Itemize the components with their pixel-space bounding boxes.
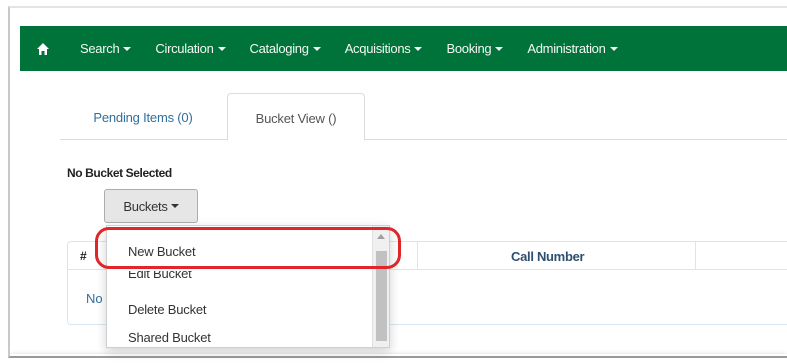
menu-item-delete-bucket[interactable]: Delete Bucket xyxy=(128,302,207,317)
menu-item-label: Delete Bucket xyxy=(128,302,207,317)
grid-empty-message: No xyxy=(86,291,103,306)
nav-circulation[interactable]: Circulation xyxy=(155,26,226,71)
top-navbar: Search Circulation Cataloging Acquisitio… xyxy=(20,26,787,71)
column-divider xyxy=(695,242,696,270)
nav-administration[interactable]: Administration xyxy=(527,26,618,71)
tab-bar: Pending Items (0) Bucket View () xyxy=(60,93,787,141)
chevron-down-icon xyxy=(609,46,618,51)
tab-bucket-view[interactable]: Bucket View () xyxy=(227,93,365,141)
tab-bucket-view-label: Bucket View () xyxy=(255,111,337,126)
menu-item-label: Shared Bucket xyxy=(128,330,211,345)
chevron-down-icon xyxy=(170,204,179,208)
home-icon[interactable] xyxy=(20,26,65,71)
bucket-status-text: No Bucket Selected xyxy=(67,166,172,180)
tab-pending-items[interactable]: Pending Items (0) xyxy=(60,93,226,140)
menu-item-shared-bucket[interactable]: Shared Bucket xyxy=(128,330,211,345)
nav-cataloging-label: Cataloging xyxy=(249,41,309,56)
nav-cataloging[interactable]: Cataloging xyxy=(250,26,321,71)
home-icon-glyph xyxy=(36,42,49,55)
menu-item-label: Edit Bucket xyxy=(128,271,192,281)
column-header-call-number[interactable]: Call Number xyxy=(511,249,585,264)
nav-booking[interactable]: Booking xyxy=(446,26,504,71)
nav-search-label: Search xyxy=(80,41,120,56)
nav-administration-label: Administration xyxy=(527,41,606,56)
chevron-down-icon xyxy=(414,46,423,51)
nav-acquisitions[interactable]: Acquisitions xyxy=(345,26,423,71)
chevron-down-icon xyxy=(495,46,504,51)
annotation-highlight-circle xyxy=(95,227,401,269)
column-divider xyxy=(417,242,418,270)
column-header-index[interactable]: # xyxy=(80,249,87,263)
nav-acquisitions-label: Acquisitions xyxy=(344,41,411,56)
buckets-button-label: Buckets xyxy=(123,198,168,214)
chevron-down-icon xyxy=(217,46,226,51)
tab-pending-items-label: Pending Items (0) xyxy=(93,110,193,125)
chevron-down-icon xyxy=(123,46,132,51)
menu-item-edit-bucket[interactable]: Edit Bucket xyxy=(128,271,192,283)
nav-circulation-label: Circulation xyxy=(155,41,214,56)
nav-booking-label: Booking xyxy=(446,41,492,56)
nav-search[interactable]: Search xyxy=(80,26,132,71)
buckets-dropdown-button[interactable]: Buckets xyxy=(104,189,198,223)
chevron-down-icon xyxy=(312,46,321,51)
